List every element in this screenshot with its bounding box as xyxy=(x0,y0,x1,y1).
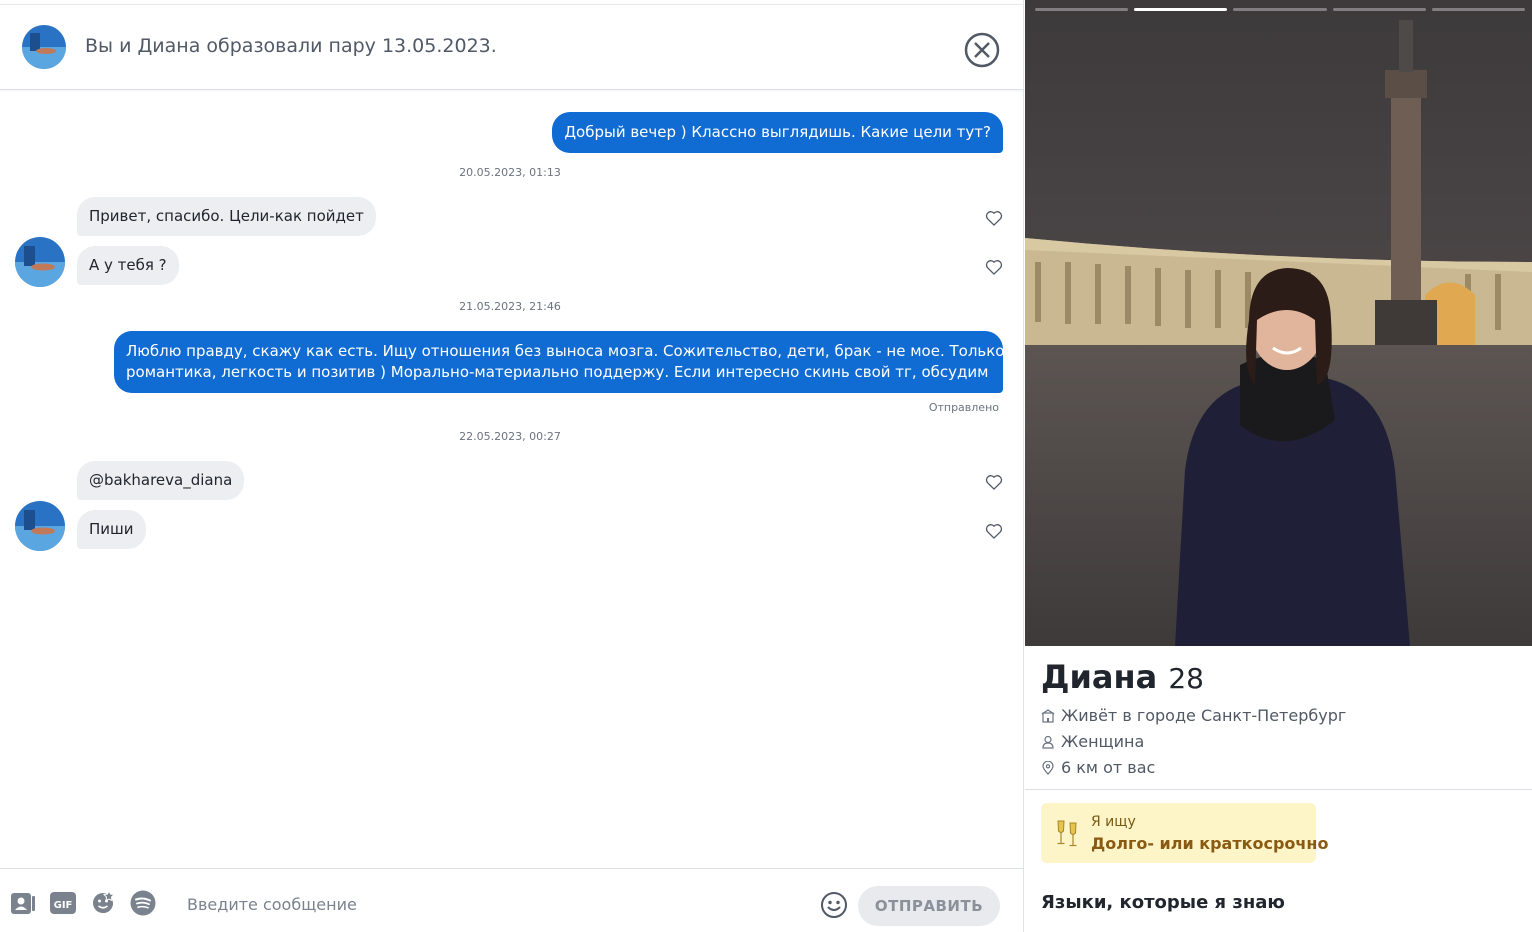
photo-indicator[interactable] xyxy=(1035,8,1129,11)
close-icon xyxy=(964,32,1000,68)
sender-avatar[interactable] xyxy=(15,237,65,287)
profile-distance: 6 км от вас xyxy=(1061,758,1156,777)
message-bubble-outgoing[interactable]: Добрый вечер ) Классно выглядишь. Какие … xyxy=(552,112,1003,153)
photo-indicator[interactable] xyxy=(1431,8,1526,11)
profile-age: 28 xyxy=(1168,662,1204,695)
svg-text:GIF: GIF xyxy=(54,900,73,911)
contact-card-icon[interactable] xyxy=(9,889,37,917)
message-status: Отправлено xyxy=(928,401,999,414)
profile-panel: Диана 28 Живёт в городе Санкт-Петербург … xyxy=(1025,0,1532,932)
building-icon xyxy=(1041,708,1055,723)
message-bubble-incoming[interactable]: @bakhareva_diana xyxy=(77,461,245,500)
match-avatar[interactable] xyxy=(22,25,66,69)
chat-panel: Вы и Диана образовали пару 13.05.2023. Д… xyxy=(0,0,1024,932)
profile-city-row: Живёт в городе Санкт-Петербург xyxy=(1041,706,1346,725)
message-bubble-incoming[interactable]: Привет, спасибо. Цели-как пойдет xyxy=(77,197,376,236)
profile-distance-row: 6 км от вас xyxy=(1041,758,1155,777)
gif-icon[interactable]: GIF xyxy=(49,889,77,917)
spotify-icon[interactable] xyxy=(129,889,157,917)
like-message-heart-icon[interactable] xyxy=(984,521,1004,541)
like-message-heart-icon[interactable] xyxy=(984,208,1004,228)
send-button[interactable]: ОТПРАВИТЬ xyxy=(858,886,1000,926)
close-chat-button[interactable] xyxy=(964,32,1000,68)
message-timestamp: 21.05.2023, 21:46 xyxy=(459,300,561,313)
photo-indicator-active[interactable] xyxy=(1134,8,1228,11)
message-bubble-incoming[interactable]: Пиши xyxy=(77,510,146,549)
location-pin-icon xyxy=(1042,760,1054,775)
profile-gender: Женщина xyxy=(1061,732,1145,751)
emoji-icon[interactable] xyxy=(820,891,848,919)
profile-name: Диана xyxy=(1041,658,1158,696)
champagne-glasses-icon xyxy=(1057,820,1077,847)
profile-city: Живёт в городе Санкт-Петербург xyxy=(1061,706,1347,725)
sender-avatar[interactable] xyxy=(15,501,65,551)
looking-for-value: Долго- или краткосрочно xyxy=(1091,834,1329,853)
message-timestamp: 20.05.2023, 01:13 xyxy=(459,166,561,179)
languages-section-title: Языки, которые я знаю xyxy=(1041,892,1285,913)
photo-indicator[interactable] xyxy=(1233,8,1327,11)
message-line: романтика, легкость и позитив ) Морально… xyxy=(126,363,989,381)
looking-for-card: Я ищу Долго- или краткосрочно xyxy=(1041,803,1328,863)
photo-indicator[interactable] xyxy=(1332,8,1426,11)
message-bubble-incoming[interactable]: А у тебя ? xyxy=(77,246,179,285)
profile-name-age: Диана 28 xyxy=(1041,658,1204,696)
looking-for-label: Я ищу xyxy=(1091,814,1136,830)
profile-photo-image xyxy=(1025,0,1532,646)
message-input[interactable] xyxy=(175,887,795,921)
chat-header: Вы и Диана образовали пару 13.05.2023. xyxy=(0,4,1024,90)
person-icon xyxy=(1042,735,1054,749)
match-title: Вы и Диана образовали пару 13.05.2023. xyxy=(85,35,497,57)
message-timestamp: 22.05.2023, 00:27 xyxy=(459,430,561,443)
divider xyxy=(1025,789,1532,790)
profile-gender-row: Женщина xyxy=(1041,732,1144,751)
message-bubble-outgoing[interactable]: Люблю правду, скажу как есть. Ищу отноше… xyxy=(114,331,1005,393)
message-composer: GIF ОТПРАВИТЬ xyxy=(0,868,1024,932)
like-message-heart-icon[interactable] xyxy=(984,472,1004,492)
photo-pagination xyxy=(1035,8,1526,12)
sticker-icon[interactable] xyxy=(89,889,117,917)
profile-photo[interactable] xyxy=(1025,0,1532,646)
like-message-heart-icon[interactable] xyxy=(984,257,1004,277)
message-line: Люблю правду, скажу как есть. Ищу отноше… xyxy=(126,342,1005,360)
